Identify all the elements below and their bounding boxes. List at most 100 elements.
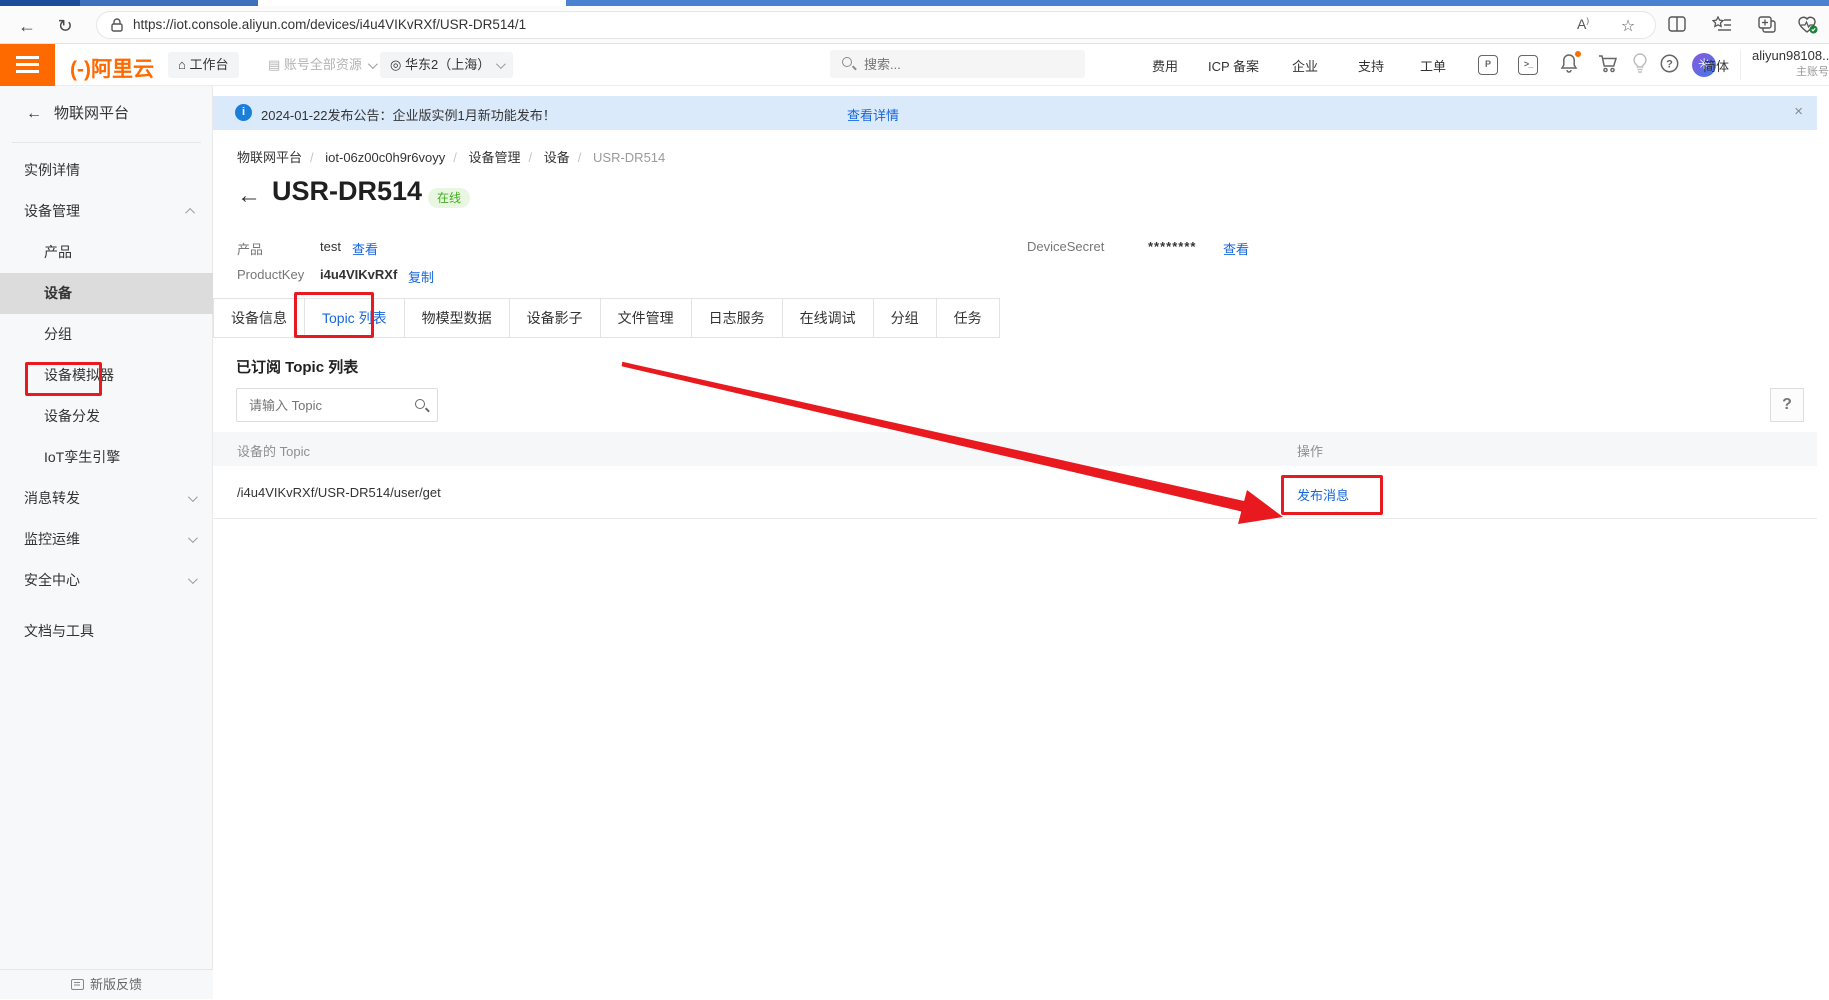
breadcrumb-device[interactable]: 设备 bbox=[544, 150, 570, 165]
cloudshell-icon[interactable]: >_ bbox=[1518, 55, 1538, 75]
sidebar-item-device-simulator[interactable]: 设备模拟器 bbox=[0, 355, 213, 396]
devicesecret-view-link[interactable]: 查看 bbox=[1223, 239, 1249, 258]
notification-dot bbox=[1575, 51, 1581, 57]
product-value: test bbox=[320, 239, 341, 254]
nav-icp[interactable]: ICP 备案 bbox=[1208, 56, 1259, 75]
split-screen-icon[interactable] bbox=[1668, 16, 1686, 32]
feedback-button[interactable]: 新版反馈 bbox=[0, 969, 213, 999]
app-icon[interactable]: P bbox=[1478, 55, 1498, 75]
home-icon: ⌂ bbox=[178, 57, 186, 72]
notice-banner: i 2024-01-22发布公告：企业版实例1月新功能发布！ 查看详情 × bbox=[213, 96, 1817, 130]
address-bar[interactable]: https://iot.console.aliyun.com/devices/i… bbox=[96, 11, 1656, 39]
region-select[interactable]: ◎ 华东2（上海） bbox=[380, 52, 513, 78]
publish-message-link[interactable]: 发布消息 bbox=[1297, 485, 1349, 504]
close-icon[interactable]: × bbox=[1794, 103, 1803, 120]
divider bbox=[12, 142, 201, 143]
breadcrumb-iot-platform[interactable]: 物联网平台 bbox=[237, 150, 302, 165]
detail-tabs: 设备信息 Topic 列表 物模型数据 设备影子 文件管理 日志服务 在线调试 … bbox=[213, 298, 1000, 338]
console-search-input[interactable] bbox=[864, 50, 1064, 78]
section-title: 已订阅 Topic 列表 bbox=[236, 356, 358, 377]
read-aloud-icon[interactable]: A) bbox=[1572, 16, 1594, 32]
console-search[interactable] bbox=[830, 50, 1085, 78]
collections-icon[interactable] bbox=[1712, 16, 1732, 32]
sidebar-item-device-distribution[interactable]: 设备分发 bbox=[0, 396, 213, 437]
sidebar: ←物联网平台 实例详情 设备管理 产品 设备 分组 设备模拟器 设备分发 IoT… bbox=[0, 86, 213, 999]
productkey-value: i4u4VIKvRXf bbox=[320, 267, 397, 282]
productkey-copy-link[interactable]: 复制 bbox=[408, 267, 434, 286]
console-header: (-)阿里云 ⌂ 工作台 ▤ 账号全部资源 ◎ 华东2（上海） 费用 ICP 备… bbox=[0, 44, 1829, 86]
column-action: 操作 bbox=[1297, 441, 1323, 460]
hamburger-menu-button[interactable] bbox=[0, 44, 55, 86]
product-view-link[interactable]: 查看 bbox=[352, 239, 378, 258]
refresh-button[interactable]: ↻ bbox=[52, 13, 78, 39]
devicesecret-value: ******** bbox=[1148, 239, 1196, 254]
page-title: USR-DR514 bbox=[272, 176, 422, 207]
tab-online-debug[interactable]: 在线调试 bbox=[782, 298, 874, 338]
favorite-star-icon[interactable]: ☆ bbox=[1617, 16, 1639, 36]
resource-scope-select[interactable]: ▤ 账号全部资源 bbox=[268, 52, 375, 78]
browser-toolbar: ← ↻ https://iot.console.aliyun.com/devic… bbox=[0, 6, 1829, 44]
aliyun-logo[interactable]: (-)阿里云 bbox=[70, 53, 154, 83]
tab-device-info[interactable]: 设备信息 bbox=[213, 298, 305, 338]
nav-billing[interactable]: 费用 bbox=[1152, 56, 1178, 75]
account-type: 主账号 bbox=[1752, 63, 1829, 79]
productkey-label: ProductKey bbox=[237, 267, 304, 282]
tab-thing-model-data[interactable]: 物模型数据 bbox=[404, 298, 510, 338]
svg-text:?: ? bbox=[1666, 59, 1673, 71]
info-icon: i bbox=[235, 104, 252, 121]
tab-topic-list[interactable]: Topic 列表 bbox=[304, 298, 405, 338]
breadcrumb-device-management[interactable]: 设备管理 bbox=[468, 150, 520, 165]
search-icon[interactable] bbox=[415, 399, 425, 409]
chevron-down-icon bbox=[188, 574, 198, 584]
notification-bell-icon[interactable] bbox=[1560, 53, 1578, 73]
language-switch[interactable]: 简体 bbox=[1703, 56, 1729, 75]
tab-group[interactable]: 分组 bbox=[873, 298, 937, 338]
lock-icon[interactable] bbox=[111, 18, 123, 32]
table-header: 设备的 Topic 操作 bbox=[213, 432, 1817, 466]
topic-search-input[interactable] bbox=[249, 389, 404, 421]
nav-enterprise[interactable]: 企业 bbox=[1292, 56, 1318, 75]
page-back-button[interactable]: ← bbox=[237, 182, 261, 210]
back-arrow-icon[interactable]: ← bbox=[26, 105, 42, 122]
workbench-button[interactable]: ⌂ 工作台 bbox=[168, 52, 239, 78]
sidebar-item-instance-detail[interactable]: 实例详情 bbox=[0, 150, 213, 191]
sidebar-item-product[interactable]: 产品 bbox=[0, 232, 213, 273]
nav-ticket[interactable]: 工单 bbox=[1420, 56, 1446, 75]
topic-cell: /i4u4VIKvRXf/USR-DR514/user/get bbox=[237, 485, 441, 500]
help-button[interactable]: ? bbox=[1770, 388, 1804, 422]
sidebar-item-message-forwarding[interactable]: 消息转发 bbox=[0, 478, 213, 519]
back-button[interactable]: ← bbox=[14, 13, 40, 39]
tab-log-service[interactable]: 日志服务 bbox=[691, 298, 783, 338]
status-badge: 在线 bbox=[428, 188, 470, 208]
account-name: aliyun98108... bbox=[1752, 48, 1829, 63]
column-device-topic: 设备的 Topic bbox=[237, 441, 310, 460]
question-help-icon[interactable]: ? bbox=[1660, 54, 1679, 73]
browser-essentials-icon[interactable] bbox=[1798, 16, 1818, 34]
url-text[interactable]: https://iot.console.aliyun.com/devices/i… bbox=[133, 17, 526, 32]
sidebar-item-monitoring[interactable]: 监控运维 bbox=[0, 519, 213, 560]
nav-support[interactable]: 支持 bbox=[1358, 56, 1384, 75]
location-icon: ◎ bbox=[390, 57, 401, 72]
tab-copy-icon[interactable] bbox=[1758, 16, 1776, 33]
lightbulb-icon[interactable] bbox=[1632, 53, 1648, 74]
tab-device-shadow[interactable]: 设备影子 bbox=[509, 298, 601, 338]
account-menu[interactable]: aliyun98108... 主账号 bbox=[1752, 48, 1829, 79]
sidebar-item-group[interactable]: 分组 bbox=[0, 314, 213, 355]
sidebar-title[interactable]: ←物联网平台 bbox=[26, 102, 129, 123]
sidebar-item-device-management[interactable]: 设备管理 bbox=[0, 191, 213, 232]
chevron-down-icon bbox=[496, 59, 506, 69]
chevron-up-icon bbox=[185, 208, 195, 218]
sidebar-item-device[interactable]: 设备 bbox=[0, 273, 213, 314]
notice-detail-link[interactable]: 查看详情 bbox=[847, 105, 899, 124]
divider bbox=[1740, 50, 1741, 80]
tab-task[interactable]: 任务 bbox=[936, 298, 1000, 338]
topic-search-box[interactable] bbox=[236, 388, 438, 422]
chevron-down-icon bbox=[188, 533, 198, 543]
sidebar-item-security-center[interactable]: 安全中心 bbox=[0, 560, 213, 601]
sidebar-item-docs-tools[interactable]: 文档与工具 bbox=[0, 611, 213, 652]
tab-file-management[interactable]: 文件管理 bbox=[600, 298, 692, 338]
breadcrumb-instance[interactable]: iot-06z00c0h9r6voyy bbox=[325, 150, 445, 165]
sidebar-item-iot-twin[interactable]: IoT孪生引擎 bbox=[0, 437, 213, 478]
cart-icon[interactable] bbox=[1598, 54, 1618, 73]
devicesecret-label: DeviceSecret bbox=[1027, 239, 1104, 254]
